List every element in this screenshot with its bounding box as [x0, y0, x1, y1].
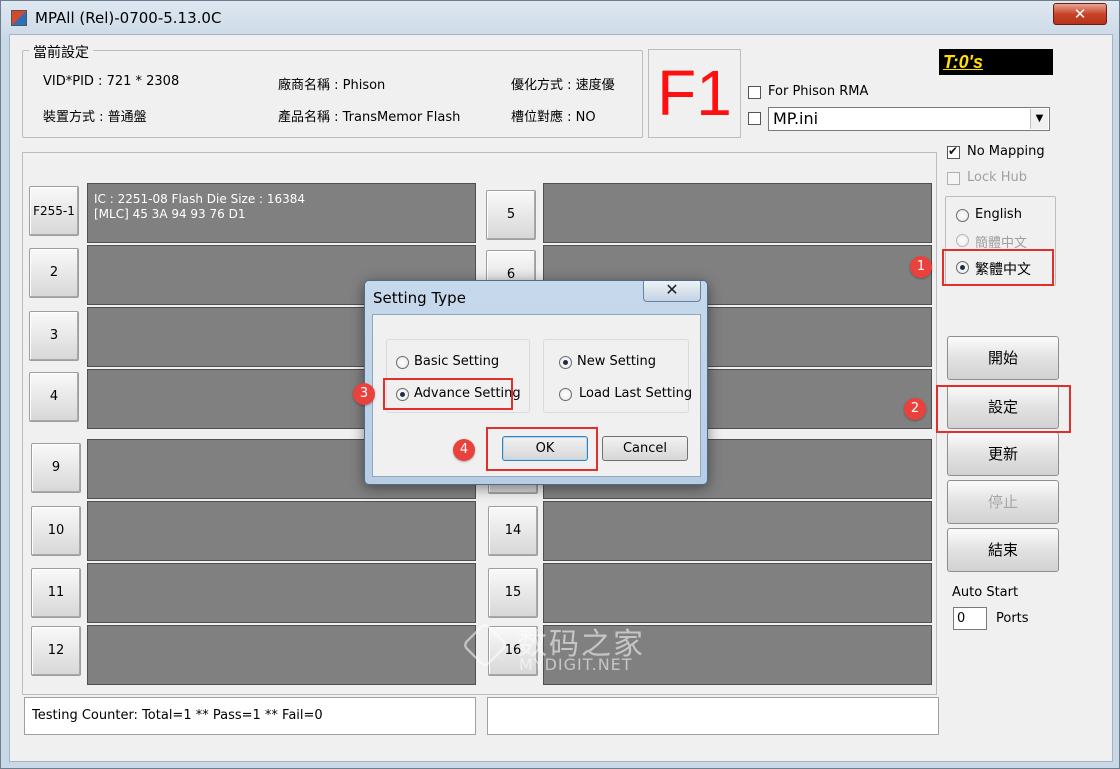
- status-right-box: [487, 697, 939, 735]
- basic-setting-label: Basic Setting: [414, 354, 500, 369]
- port-button-4[interactable]: 4: [29, 372, 79, 422]
- port-area-f255-1: IC : 2251-08 Flash Die Size : 16384 [MLC…: [87, 183, 476, 243]
- port-button-11[interactable]: 11: [31, 568, 81, 618]
- new-setting-label: New Setting: [577, 354, 657, 369]
- dialog-title: Setting Type: [373, 289, 466, 307]
- window-title: MPAll (Rel)-0700-5.13.0C: [35, 9, 222, 27]
- advance-setting-label: Advance Setting: [414, 386, 521, 401]
- app-icon: [11, 10, 27, 26]
- product-text: 產品名稱 : TransMemor Flash: [278, 110, 461, 125]
- dialog-body: Basic Setting Advance Setting New Settin…: [372, 314, 701, 477]
- port-area-5: [543, 183, 932, 243]
- load-last-setting-label: Load Last Setting: [579, 386, 693, 401]
- watermark-logo-icon: [461, 621, 509, 669]
- port-area-12: [87, 625, 476, 685]
- dialog-close-button[interactable]: ✕: [643, 281, 701, 302]
- ini-select[interactable]: MP.ini ▼: [768, 107, 1050, 131]
- port-button-5[interactable]: 5: [486, 190, 536, 240]
- port-area-15: [543, 563, 932, 623]
- setting-type-dialog: Setting Type ✕ Basic Setting Advance Set…: [364, 280, 708, 485]
- setting-source-group: New Setting Load Last Setting: [543, 339, 693, 413]
- port-button-2[interactable]: 2: [29, 248, 79, 298]
- port-button-9[interactable]: 9: [31, 443, 81, 493]
- auto-start-label: Auto Start: [952, 585, 1019, 600]
- port-button-3[interactable]: 3: [29, 311, 79, 361]
- language-radio-traditional[interactable]: [956, 261, 969, 274]
- mount-text: 裝置方式 : 普通盤: [43, 110, 147, 125]
- language-label-english: English: [975, 207, 1022, 222]
- watermark-en-text: MYDIGIT.NET: [519, 655, 633, 674]
- update-button[interactable]: 更新: [947, 432, 1059, 476]
- window-close-button[interactable]: ✕: [1053, 3, 1107, 25]
- language-label-simplified: 簡體中文: [975, 236, 1028, 251]
- current-settings-legend: 當前設定: [29, 42, 93, 62]
- port-button-15[interactable]: 15: [488, 568, 538, 618]
- vid-pid-text: VID*PID : 721 * 2308: [43, 74, 180, 89]
- port-button-12[interactable]: 12: [31, 626, 81, 676]
- load-last-setting-radio[interactable]: [559, 388, 572, 401]
- cancel-button[interactable]: Cancel: [602, 436, 688, 461]
- step-badge-4: 4: [453, 439, 475, 461]
- testing-counter-text: Testing Counter: Total=1 ** Pass=1 ** Fa…: [32, 708, 323, 723]
- port-area-10: [87, 501, 476, 561]
- port-info-line2: [MLC] 45 3A 94 93 76 D1: [94, 207, 246, 221]
- optimize-text: 優化方式 : 速度優: [511, 78, 615, 93]
- port-info: IC : 2251-08 Flash Die Size : 16384 [MLC…: [94, 192, 305, 222]
- watermark: 数码之家 MYDIGIT.NET: [461, 619, 663, 677]
- ok-button[interactable]: OK: [502, 436, 588, 461]
- port-info-line1: IC : 2251-08 Flash Die Size : 16384: [94, 192, 306, 206]
- no-mapping-label: No Mapping: [967, 144, 1045, 159]
- exit-button[interactable]: 結束: [947, 528, 1059, 572]
- ports-label: Ports: [996, 611, 1029, 626]
- port-area-11: [87, 563, 476, 623]
- f1-indicator: F1: [648, 49, 741, 138]
- lock-hub-label: Lock Hub: [967, 170, 1028, 185]
- slot-map-text: 槽位對應 : NO: [511, 110, 596, 125]
- no-mapping-checkbox[interactable]: [947, 144, 960, 159]
- vendor-text: 廠商名稱 : Phison: [278, 78, 386, 93]
- stop-button[interactable]: 停止: [947, 480, 1059, 524]
- phison-rma-checkbox[interactable]: [748, 86, 761, 99]
- phison-rma-label: For Phison RMA: [768, 84, 869, 99]
- language-radio-english[interactable]: [956, 209, 969, 222]
- lock-hub-checkbox[interactable]: [947, 172, 960, 185]
- port-button-f255-1[interactable]: F255-1: [29, 186, 79, 236]
- settings-button[interactable]: 設定: [947, 385, 1059, 429]
- port-button-10[interactable]: 10: [31, 506, 81, 556]
- step-badge-3: 3: [353, 383, 375, 405]
- basic-setting-radio[interactable]: [396, 356, 409, 369]
- advance-setting-radio[interactable]: [396, 388, 409, 401]
- testing-counter-box: Testing Counter: Total=1 ** Pass=1 ** Fa…: [24, 697, 476, 735]
- setting-level-group: Basic Setting Advance Setting: [386, 339, 530, 413]
- port-area-14: [543, 501, 932, 561]
- new-setting-radio[interactable]: [559, 356, 572, 369]
- auto-start-ports-input[interactable]: 0: [953, 607, 987, 630]
- ini-checkbox[interactable]: [748, 112, 761, 125]
- main-window: MPAll (Rel)-0700-5.13.0C ✕ 當前設定 VID*PID …: [0, 0, 1120, 769]
- port-button-14[interactable]: 14: [488, 506, 538, 556]
- start-button[interactable]: 開始: [947, 336, 1059, 380]
- language-group: English 簡體中文 繁體中文: [945, 196, 1056, 286]
- title-bar[interactable]: MPAll (Rel)-0700-5.13.0C ✕: [1, 1, 1119, 35]
- step-badge-1: 1: [910, 256, 932, 278]
- timer-display: T:0's: [939, 49, 1053, 75]
- step-badge-2: 2: [904, 398, 926, 420]
- language-radio-simplified[interactable]: [956, 234, 969, 247]
- current-settings-group: 當前設定 VID*PID : 721 * 2308 廠商名稱 : Phison …: [22, 42, 643, 138]
- chevron-down-icon[interactable]: ▼: [1030, 109, 1048, 129]
- ini-select-value: MP.ini: [773, 109, 819, 128]
- language-label-traditional: 繁體中文: [975, 262, 1031, 278]
